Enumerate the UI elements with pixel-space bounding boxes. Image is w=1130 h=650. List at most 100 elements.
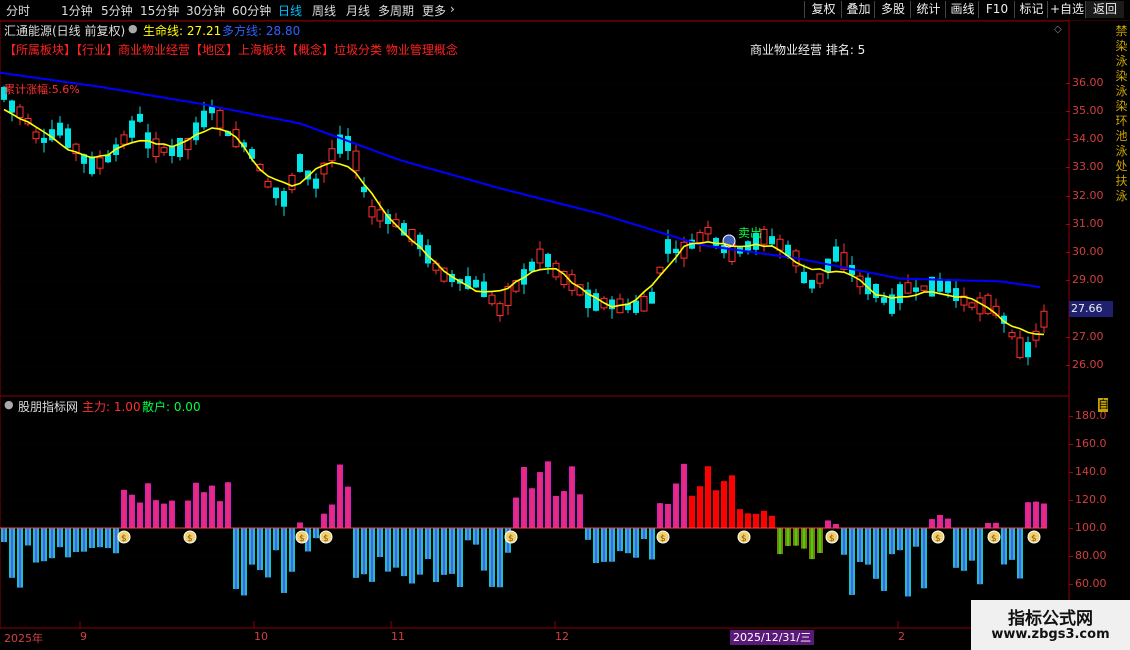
indicator-bar-up [769, 515, 775, 528]
indicator-bar-up-core [835, 523, 837, 528]
candle-body-down [313, 178, 319, 189]
indicator-bar-down-core [635, 528, 637, 558]
indicator-bar-up-core [1027, 502, 1029, 528]
candle-body-down [833, 246, 839, 262]
indicator-bar-down-core [411, 528, 413, 584]
indicator-bar-down-core [867, 528, 869, 565]
side-list-text: 禁染泳染泳染环池泳处扶泳 [1115, 24, 1128, 203]
indicator-bar-down-core [275, 528, 277, 551]
indicator-bar-up-core [659, 503, 661, 528]
indicator-bar-down-core [483, 528, 485, 571]
candle-body-up [264, 180, 272, 188]
main-force-label: 主力: 1.00 [82, 400, 141, 414]
lifeline-label: 生命线: 27.21 [143, 24, 222, 38]
indicator-bar-down-core [107, 528, 109, 549]
indicator-bar-up-core [1035, 501, 1037, 528]
indicator-tick: 160.0 [1069, 437, 1130, 450]
candle-body-down [209, 106, 215, 114]
price-tick: 31.00 [1066, 217, 1130, 230]
indicator-bar-down-core [651, 528, 653, 560]
indicator-bar-up-core [331, 504, 333, 528]
candle-body-down [769, 236, 775, 245]
settings-circle-icon[interactable]: ● [128, 22, 138, 35]
candle-body-down [297, 154, 303, 172]
indicator-bar-down-core [1011, 528, 1013, 560]
indicator-bar-down-core [315, 528, 317, 539]
indicator-bar-down-core [395, 528, 397, 568]
candle-body-down [481, 281, 487, 298]
indicator-bar-up-core [987, 522, 989, 528]
candle-body-down [345, 135, 351, 152]
indicator-bar-down-core [963, 528, 965, 571]
indicator-bar-down-core [91, 528, 93, 548]
indicator-bar-down-core [251, 528, 253, 565]
watermark-title: 指标公式网 [1008, 609, 1093, 629]
indicator-bar-down-core [403, 528, 405, 577]
date-label: 2 [898, 630, 905, 643]
indicator-bars [1, 461, 1047, 597]
date-label: 2025年 [4, 632, 43, 645]
collapse-icon[interactable]: ◇ [1054, 24, 1062, 35]
life-line [3, 108, 1045, 336]
indicator-bar-up-core [139, 502, 141, 528]
indicator-bar-up-core [1043, 503, 1045, 528]
indicator-bar-up-core [947, 518, 949, 528]
cumulative-gain: 累计涨幅:5.6% [4, 83, 80, 96]
candle-body-down [665, 239, 671, 254]
candle-body-up [984, 294, 992, 314]
candle-body-down [873, 283, 879, 298]
indicator-bar-up-core [171, 500, 173, 528]
money-bag-glyph: $ [187, 534, 193, 544]
indicator-bar-down-core [1019, 528, 1021, 579]
indicator-bar-down-core [923, 528, 925, 589]
indicator-bar-down-core [371, 528, 373, 582]
indicator-bar-down-core [451, 528, 453, 574]
candle-body-up [328, 148, 336, 162]
indicator-bar-up [705, 466, 711, 528]
candle-body-up [816, 273, 824, 284]
indicator-bar-up [697, 486, 703, 528]
candle-body-down [609, 299, 615, 310]
date-label: 10 [254, 630, 268, 643]
candle-body-down [801, 271, 807, 284]
money-bag-glyph: $ [935, 534, 941, 544]
panel-toggle-icon[interactable]: ● [4, 398, 14, 411]
candle-body-down [89, 156, 95, 175]
candle-body-up [216, 109, 224, 129]
bullline-label: 多方线: 28.80 [222, 24, 301, 38]
indicator-bar-down-core [387, 528, 389, 572]
money-bag-glyph: $ [991, 534, 997, 544]
indicator-bar-down-core [83, 528, 85, 552]
indicator-bar-down-core [627, 528, 629, 554]
candle-body-up [704, 226, 712, 235]
candle-body-down [193, 122, 199, 141]
candle-body-down [713, 237, 719, 246]
date-label: 12 [555, 630, 569, 643]
indicator-bar-down-core [611, 528, 613, 562]
kline-chart[interactable]: $ $ $ $ $ $ $ $ $ $ $ [0, 0, 1130, 650]
indicator-bar-down-core [907, 528, 909, 597]
candle-body-down [57, 122, 63, 136]
retail-label: 散户: 0.00 [142, 400, 201, 414]
indicator-bar-down-core [643, 528, 645, 540]
candle-body-down [129, 120, 135, 138]
money-bag-glyph: $ [829, 534, 835, 544]
candle-body-down [137, 113, 143, 122]
indicator-bar-down-core [267, 528, 269, 578]
cursor-date-label: 2025/12/31/三 [730, 630, 815, 645]
candle-body-up [976, 297, 984, 315]
indicator-bar-up-core [931, 519, 933, 528]
bull-line [0, 71, 1041, 288]
indicator-bar-down-core [499, 528, 501, 588]
candle-body-down [809, 279, 815, 289]
indicator-tick: 60.00 [1069, 577, 1130, 590]
indicator-bar-down-core [899, 528, 901, 551]
indicator-bar-up-core [579, 494, 581, 528]
indicator-bar-up-core [939, 514, 941, 528]
indicator-bar-up-core [299, 522, 301, 528]
indicator-bar-down-core [803, 528, 805, 549]
indicator-bar-down-core [587, 528, 589, 540]
indicator-bar-down-core [779, 528, 781, 555]
candle-body-down [177, 137, 183, 157]
candle-body-up [1040, 310, 1048, 328]
